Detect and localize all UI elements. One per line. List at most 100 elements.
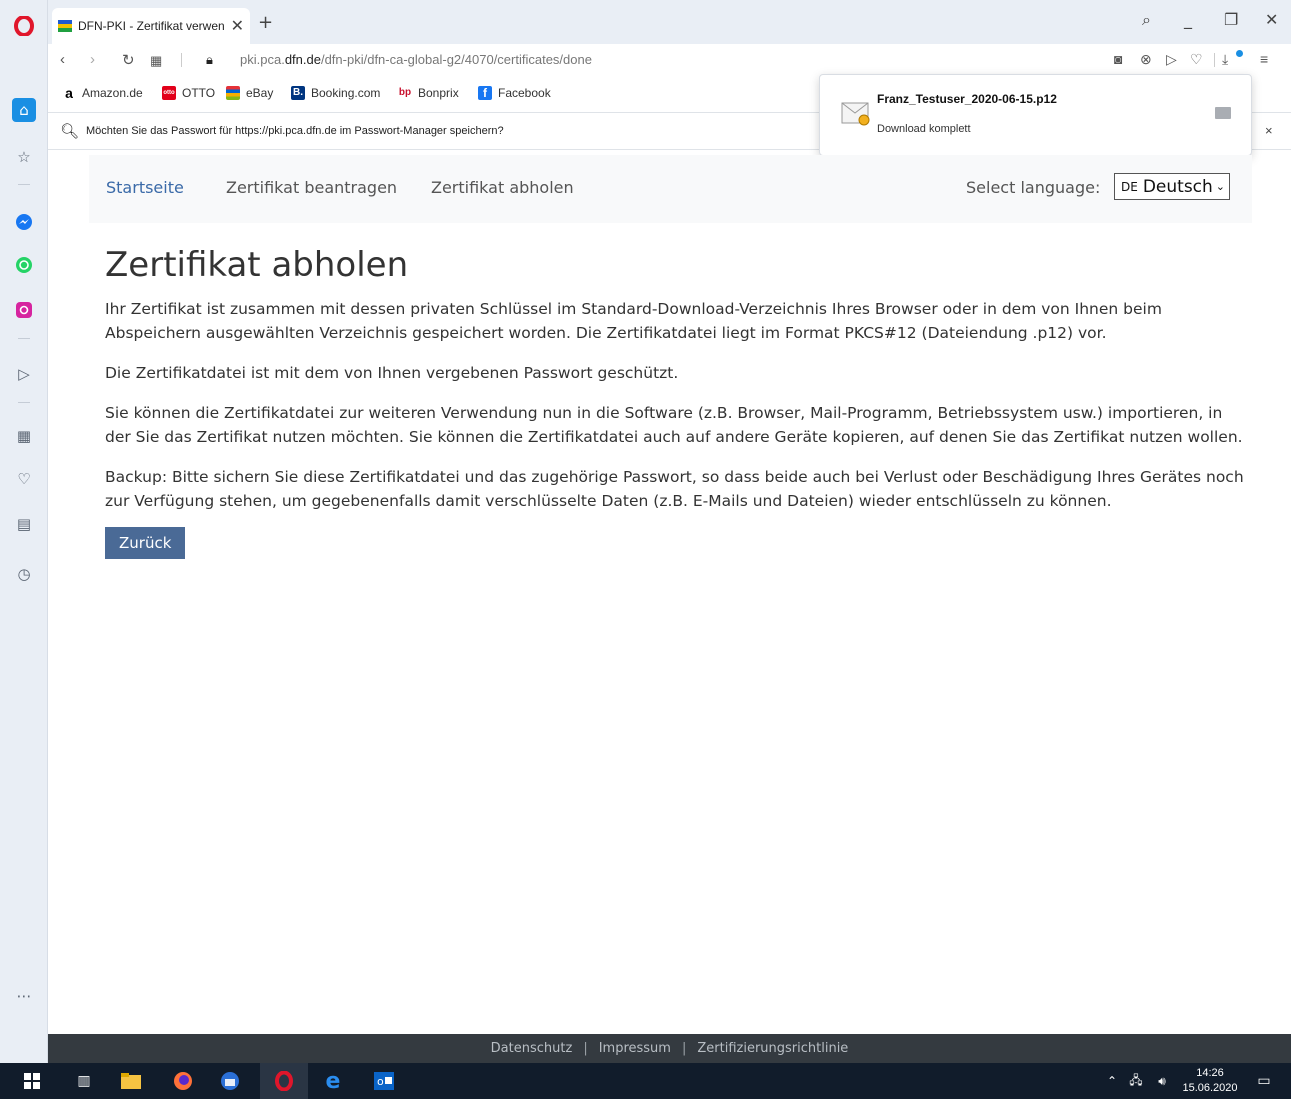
site-navbar: Startseite Zertifikat beantragen Zertifi…	[89, 155, 1252, 223]
back-button[interactable]: Zurück	[105, 527, 186, 559]
url-host-domain: dfn.de	[284, 52, 321, 67]
tray-chevron-up-icon[interactable]: ⌃	[1100, 1069, 1124, 1093]
footer-imprint-link[interactable]: Impressum	[599, 1041, 671, 1056]
url-field[interactable]: pki.pca.dfn.de/dfn-pki/dfn-ca-global-g2/…	[240, 52, 592, 67]
language-select[interactable]: DE Deutsch ⌄	[1114, 173, 1231, 200]
bookmark-label: Bonprix	[418, 86, 459, 100]
notifications-icon[interactable]: ▭	[1252, 1069, 1276, 1093]
easy-setup-icon[interactable]: ≡	[1260, 51, 1268, 67]
bookmark-booking[interactable]: B. Booking.com	[291, 86, 380, 100]
network-icon[interactable]: 🖧︎	[1124, 1069, 1148, 1093]
otto-icon: otto	[162, 86, 176, 100]
downloads-icon[interactable]: ⤓	[1222, 51, 1228, 68]
toolbar-divider	[1214, 53, 1215, 67]
news-icon[interactable]: ▤	[12, 512, 36, 536]
ebay-bag-icon	[226, 86, 240, 100]
back-arrow-icon[interactable]: ‹	[60, 51, 65, 68]
bookmark-ebay[interactable]: eBay	[226, 86, 273, 100]
instagram-icon[interactable]	[12, 298, 36, 322]
sidebar-divider	[18, 402, 30, 403]
task-view-icon[interactable]: ▥	[72, 1069, 96, 1093]
key-icon: 🔍︎	[60, 123, 80, 140]
close-window-icon[interactable]: ✕	[1265, 10, 1278, 29]
chevron-down-icon: ⌄	[1215, 180, 1226, 193]
nav-home-link[interactable]: Startseite	[106, 178, 184, 197]
close-tab-icon[interactable]: ✕	[231, 16, 244, 36]
paragraph-password-info: Die Zertifikatdatei ist mit dem von Ihne…	[105, 364, 679, 382]
sidebar-divider	[18, 338, 30, 339]
file-explorer-icon[interactable]	[119, 1069, 143, 1093]
bookmark-bonprix[interactable]: bp Bonprix	[398, 86, 459, 100]
reload-icon[interactable]: ↻	[122, 51, 135, 69]
bookmark-otto[interactable]: otto OTTO	[162, 86, 215, 100]
new-tab-button[interactable]: +	[258, 12, 273, 33]
bookmark-facebook[interactable]: f Facebook	[478, 86, 551, 100]
volume-icon[interactable]: 🔊︎	[1150, 1069, 1174, 1093]
whatsapp-icon[interactable]	[12, 253, 36, 277]
bookmark-amazon[interactable]: a Amazon.de	[62, 86, 143, 100]
lock-icon[interactable]: 🔒︎	[206, 52, 213, 68]
language-value: Deutsch	[1142, 176, 1213, 197]
footer-separator: |	[681, 1041, 687, 1056]
booking-icon: B.	[291, 86, 305, 100]
clock-time: 14:26	[1196, 1067, 1224, 1079]
windows-start-icon[interactable]	[20, 1069, 44, 1093]
footer-separator: |	[583, 1041, 588, 1056]
restore-window-icon[interactable]: ❐	[1224, 10, 1238, 29]
address-bar: ‹ › ↻ ▦ 🔒︎ pki.pca.dfn.de/dfn-pki/dfn-ca…	[48, 44, 1291, 76]
close-password-bar-button[interactable]: ×	[1265, 123, 1273, 138]
snapshot-camera-icon[interactable]: ◙	[1114, 51, 1122, 67]
tab-dfn-pki[interactable]: DFN-PKI - Zertifikat verwen ✕	[52, 8, 250, 44]
flow-send-icon[interactable]: ▷	[12, 362, 36, 386]
tab-title: DFN-PKI - Zertifikat verwen	[78, 19, 225, 33]
bonprix-icon: bp	[398, 87, 412, 98]
outlook-icon[interactable]: o	[372, 1069, 396, 1093]
windows-taskbar: ▥ e o ⌃ 🖧︎ 🔊︎ 14:26 15.06.2020 ▭	[0, 1063, 1291, 1099]
language-label: Select language:	[966, 178, 1101, 197]
download-filename[interactable]: Franz_Testuser_2020-06-15.p12	[877, 92, 1057, 106]
messenger-icon[interactable]	[12, 210, 36, 234]
forward-arrow-icon[interactable]: ›	[90, 51, 95, 68]
url-path: /dfn-pki/dfn-ca-global-g2/4070/certifica…	[320, 52, 592, 67]
bookmark-label: Booking.com	[311, 86, 381, 100]
address-divider	[181, 53, 182, 67]
password-prompt-text: Möchten Sie das Passwort für https://pki…	[86, 125, 504, 137]
taskbar-clock[interactable]: 14:26 15.06.2020	[1180, 1066, 1240, 1096]
nav-retrieve-certificate-link[interactable]: Zertifikat abholen	[431, 178, 574, 197]
bookmark-heart-icon[interactable]: ♡	[1190, 51, 1203, 68]
paragraph-import-info: Sie können die Zertifikatdatei zur weite…	[105, 404, 1243, 446]
paragraph-storage-info: Ihr Zertifikat ist zusammen mit dessen p…	[105, 300, 1162, 342]
more-dots-icon[interactable]: ⋯	[12, 984, 36, 1008]
home-icon[interactable]: ⌂	[12, 98, 36, 122]
opera-taskbar-icon[interactable]	[272, 1069, 296, 1093]
show-in-folder-icon[interactable]	[1215, 107, 1231, 119]
bookmark-label: OTTO	[182, 86, 216, 100]
speed-dial-star-icon[interactable]: ☆	[12, 145, 36, 169]
firefox-icon[interactable]	[171, 1069, 195, 1093]
edge-legacy-icon[interactable]: e	[321, 1069, 345, 1094]
heart-icon[interactable]: ♡	[12, 467, 36, 491]
bookmark-label: Amazon.de	[82, 86, 143, 100]
bookmark-label: Facebook	[498, 86, 551, 100]
opera-logo-icon[interactable]	[12, 14, 36, 38]
footer-policy-link[interactable]: Zertifizierungsrichtlinie	[697, 1041, 848, 1056]
search-tabs-icon[interactable]: ⌕	[1142, 10, 1151, 30]
page-title: Zertifikat abholen	[105, 245, 409, 285]
download-status: Download komplett	[877, 123, 971, 135]
main-content: Zertifikat abholen Ihr Zertifikat ist zu…	[105, 243, 1245, 559]
workspaces-grid-icon[interactable]: ▦	[12, 424, 36, 448]
certificate-file-icon	[840, 97, 872, 134]
history-clock-icon[interactable]: ◷	[12, 562, 36, 586]
site-footer: Datenschutz | Impressum | Zertifizierung…	[48, 1034, 1291, 1063]
nav-request-certificate-link[interactable]: Zertifikat beantragen	[226, 178, 397, 197]
opera-sidebar: ⌂ ☆ ▷ ▦ ♡ ▤ ◷ ⋯	[0, 0, 48, 1063]
send-to-flow-icon[interactable]: ▷	[1166, 51, 1177, 68]
footer-privacy-link[interactable]: Datenschutz	[491, 1041, 573, 1056]
bookmark-label: eBay	[246, 86, 274, 100]
speed-dial-grid-icon[interactable]: ▦	[150, 53, 162, 69]
minimize-icon[interactable]: _	[1184, 10, 1192, 29]
adblock-icon[interactable]: ⊗	[1140, 51, 1152, 68]
sidebar-divider	[18, 184, 30, 185]
thunderbird-icon[interactable]	[218, 1069, 242, 1093]
download-popup: Franz_Testuser_2020-06-15.p12 Download k…	[819, 74, 1252, 156]
